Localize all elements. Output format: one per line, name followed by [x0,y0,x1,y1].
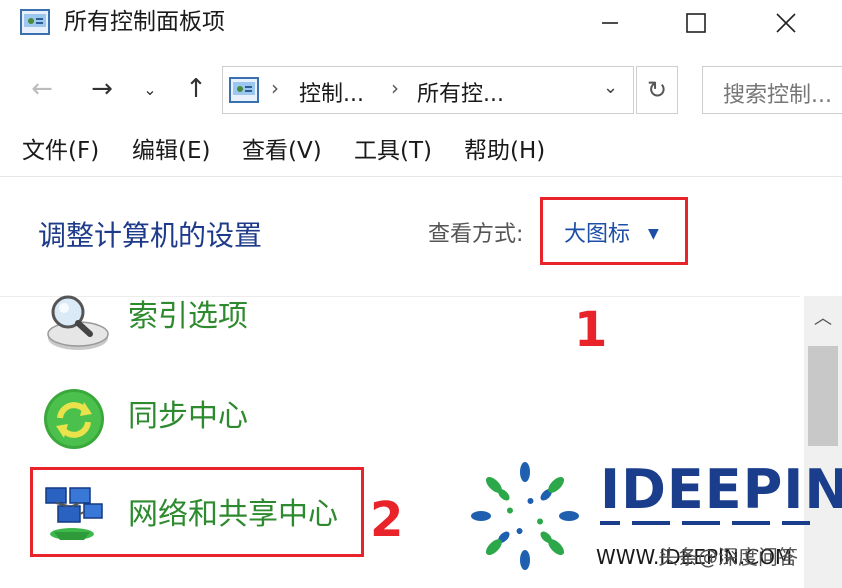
control-panel-icon [20,9,50,35]
annotation-highlight-1 [540,197,688,265]
search-input[interactable]: 搜索控制... [702,66,842,114]
watermark-overlay: 头条@深度问答 [658,545,798,569]
refresh-button[interactable]: ↻ [636,66,678,114]
menu-help[interactable]: 帮助(H) [464,136,545,166]
watermark-stripe [600,521,810,525]
up-button[interactable]: ↑ [178,70,214,108]
list-item-label: 索引选项 [128,299,248,334]
sync-center-icon [44,389,104,449]
control-panel-icon [229,77,259,103]
vertical-scrollbar[interactable]: ︿ [804,296,842,588]
close-button[interactable] [762,4,810,42]
breadcrumb-separator: › [271,76,279,100]
address-bar[interactable]: › 控制... › 所有控... ⌄ [222,66,634,114]
list-item-label: 同步中心 [128,399,248,434]
breadcrumb-all-items[interactable]: 所有控... [417,76,504,108]
watermark-brand: IDEEPIN [600,458,842,521]
watermark-subtitle: WWW.IDEEPIN.COM 头条@深度问答 [596,544,798,570]
title-bar: 所有控制面板项 [0,0,842,46]
list-item-sync-center[interactable]: 同步中心 [40,384,560,464]
annotation-highlight-2 [30,467,364,557]
menu-divider [0,176,842,177]
minimize-icon [602,22,618,24]
scroll-up-button[interactable]: ︿ [804,302,842,332]
breadcrumb-control-panel[interactable]: 控制... [299,76,364,108]
recent-locations-button[interactable]: ⌄ [140,70,160,108]
close-icon [776,13,796,33]
back-button[interactable]: ← [24,70,60,108]
control-panel-window: 所有控制面板项 ← → ⌄ ↑ › 控制... › 所有控... ⌄ ↻ 搜索控… [0,0,842,588]
maximize-icon [686,13,706,33]
maximize-button[interactable] [672,4,720,42]
menu-view[interactable]: 查看(V) [242,136,322,166]
menu-bar: 文件(F) 编辑(E) 查看(V) 工具(T) 帮助(H) [0,130,842,174]
ideepin-logo-icon [471,462,579,570]
minimize-button[interactable] [586,4,634,42]
page-heading: 调整计算机的设置 [38,219,263,252]
address-dropdown-button[interactable]: ⌄ [603,77,618,98]
scroll-thumb[interactable] [808,346,838,446]
breadcrumb-separator: › [391,76,399,100]
menu-tools[interactable]: 工具(T) [354,136,432,166]
index-options-icon [47,295,109,350]
search-placeholder: 搜索控制... [723,83,832,108]
annotation-number-1: 1 [574,302,608,358]
list-item-index-options[interactable]: 索引选项 [40,292,560,372]
annotation-number-2: 2 [370,492,404,548]
view-by-label: 查看方式: [428,222,524,247]
window-title: 所有控制面板项 [64,9,225,35]
navigation-bar: ← → ⌄ ↑ › 控制... › 所有控... ⌄ ↻ 搜索控制... [0,62,842,118]
menu-edit[interactable]: 编辑(E) [132,136,210,166]
menu-file[interactable]: 文件(F) [22,136,99,166]
forward-button[interactable]: → [82,70,122,108]
